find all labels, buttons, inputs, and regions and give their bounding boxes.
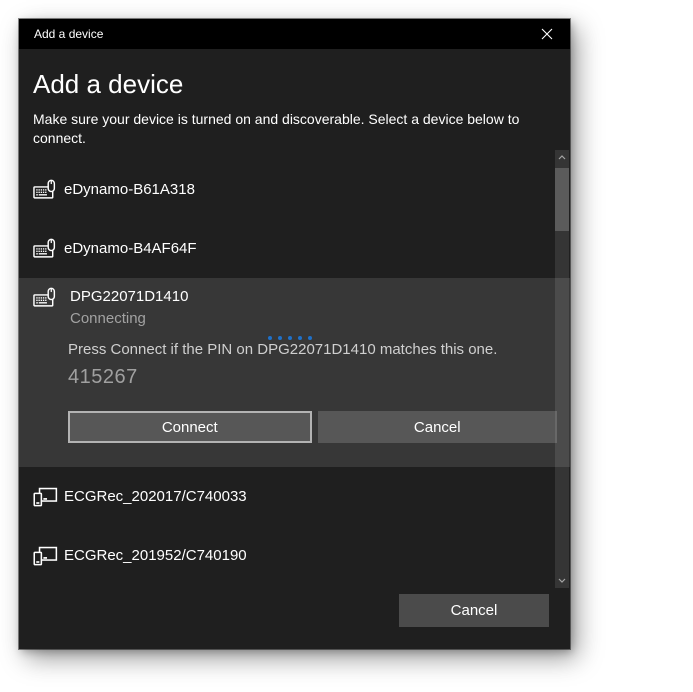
pairing-cancel-button[interactable]: Cancel bbox=[318, 411, 558, 443]
pairing-buttons: Connect Cancel bbox=[68, 411, 557, 443]
device-row-ecgrec-202017[interactable]: ECGRec_202017/C740033 bbox=[19, 467, 570, 526]
device-name: DPG22071D1410 bbox=[70, 287, 188, 306]
desktop-background: Add a device Add a device Make sure your… bbox=[0, 0, 693, 692]
device-row-dpg22071d1410-selected[interactable]: DPG22071D1410 Connecting Press Connect i… bbox=[19, 278, 570, 467]
device-row-ecgrec-201952[interactable]: ECGRec_201952/C740190 bbox=[19, 526, 570, 585]
dialog-title: Add a device bbox=[34, 27, 103, 41]
progress-dot bbox=[298, 336, 302, 340]
progress-dot bbox=[308, 336, 312, 340]
keyboard-mouse-icon bbox=[33, 179, 58, 201]
connect-button[interactable]: Connect bbox=[68, 411, 312, 443]
progress-dot bbox=[288, 336, 292, 340]
dialog-footer: Cancel bbox=[19, 588, 570, 649]
device-row-edynamo-b4af64f[interactable]: eDynamo-B4AF64F bbox=[19, 219, 570, 278]
keyboard-mouse-icon bbox=[33, 287, 58, 309]
phone-monitor-icon bbox=[33, 545, 58, 567]
close-icon bbox=[541, 28, 553, 40]
progress-dot bbox=[278, 336, 282, 340]
progress-dots bbox=[19, 329, 560, 335]
scrollbar[interactable] bbox=[555, 150, 569, 588]
device-name: ECGRec_202017/C740033 bbox=[64, 488, 247, 505]
footer-cancel-button[interactable]: Cancel bbox=[399, 594, 549, 627]
page-title: Add a device bbox=[33, 69, 183, 100]
device-status: Connecting bbox=[70, 309, 188, 328]
dialog-titlebar[interactable]: Add a device bbox=[19, 19, 570, 49]
progress-dot bbox=[268, 336, 272, 340]
device-name: eDynamo-B4AF64F bbox=[64, 240, 197, 257]
device-row-edynamo-b61a318[interactable]: eDynamo-B61A318 bbox=[19, 160, 570, 219]
scrollbar-thumb[interactable] bbox=[555, 168, 569, 231]
selected-device-header: DPG22071D1410 Connecting bbox=[33, 287, 188, 328]
phone-monitor-icon bbox=[33, 486, 58, 508]
device-name: ECGRec_201952/C740190 bbox=[64, 547, 247, 564]
close-button[interactable] bbox=[524, 19, 570, 49]
pin-prompt: Press Connect if the PIN on DPG22071D141… bbox=[68, 341, 497, 358]
pin-code: 415267 bbox=[68, 366, 138, 389]
add-device-dialog: Add a device Add a device Make sure your… bbox=[19, 19, 570, 649]
chevron-up-icon bbox=[558, 155, 566, 160]
scroll-up-arrow[interactable] bbox=[555, 150, 569, 165]
scroll-down-arrow[interactable] bbox=[555, 573, 569, 588]
page-description: Make sure your device is turned on and d… bbox=[33, 110, 539, 148]
chevron-down-icon bbox=[558, 578, 566, 583]
keyboard-mouse-icon bbox=[33, 238, 58, 260]
device-list: eDynamo-B61A318 bbox=[19, 150, 570, 588]
device-name: eDynamo-B61A318 bbox=[64, 181, 195, 198]
